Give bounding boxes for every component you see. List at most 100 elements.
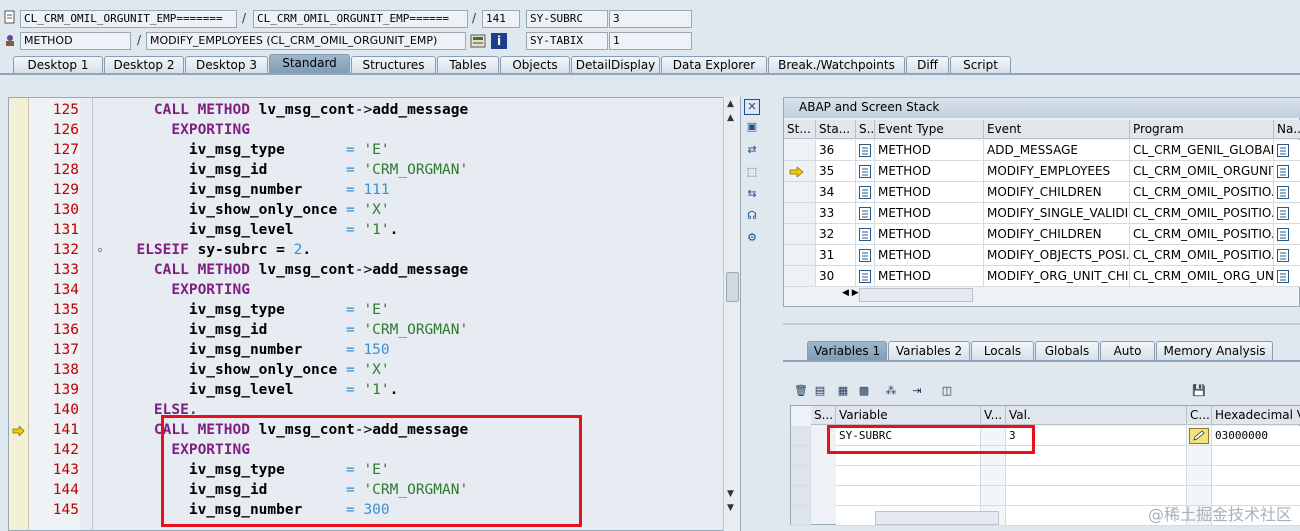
new-tool-icon[interactable]: ▣	[744, 120, 760, 136]
variables-cell[interactable]	[836, 486, 981, 506]
tab-variables-2[interactable]: Variables 2	[888, 341, 970, 361]
tab-auto[interactable]: Auto	[1100, 341, 1155, 361]
tool-settings-icon[interactable]: ⚙	[744, 231, 760, 247]
sysvar-value-1[interactable]: 3	[609, 10, 692, 28]
scroll-up-arrow[interactable]: ▲	[727, 99, 734, 109]
stack-cell[interactable]: METHOD	[875, 161, 984, 182]
stack-cell[interactable]: MODIFY_SINGLE_VALIDI...	[984, 203, 1130, 224]
services-icon[interactable]: ☊	[744, 209, 760, 225]
tab-desktop-2[interactable]: Desktop 2	[104, 56, 184, 74]
stack-cell[interactable]: MODIFY_OBJECTS_POSI...	[984, 245, 1130, 266]
stack-cell[interactable]: 31	[816, 245, 856, 266]
tab-data-explorer[interactable]: Data Explorer	[661, 56, 767, 74]
stack-cell[interactable]: CL_CRM_OMIL_ORG_UNI...	[1130, 266, 1274, 287]
variables-cell[interactable]	[1212, 446, 1300, 466]
variables-cell[interactable]	[791, 486, 811, 506]
stack-cell[interactable]: CL_CRM_GENIL_GLOBAL_...	[1130, 140, 1274, 161]
stack-cell[interactable]	[784, 266, 816, 287]
export-icon[interactable]: ⇥	[910, 384, 924, 398]
info-icon[interactable]: i	[491, 33, 507, 49]
stack-column-header[interactable]: St...	[784, 120, 816, 139]
tab-detail-display[interactable]: DetailDisplay	[571, 56, 660, 74]
tab-memory-analysis[interactable]: Memory Analysis	[1156, 341, 1273, 361]
stack-cell[interactable]: 32	[816, 224, 856, 245]
include-field[interactable]: CL_CRM_OMIL_ORGUNIT_EMP======	[253, 10, 468, 28]
tab-tables[interactable]: Tables	[437, 56, 499, 74]
breakpoint-gutter[interactable]	[9, 98, 29, 530]
event-type-field[interactable]: METHOD	[20, 32, 131, 50]
stack-cell[interactable]: METHOD	[875, 245, 984, 266]
stack-cell[interactable]: CL_CRM_OMIL_POSITIO...	[1130, 224, 1274, 245]
structure-icon[interactable]: ⁂	[884, 384, 898, 398]
tab-break-watchpoints[interactable]: Break./Watchpoints	[768, 56, 905, 74]
stack-column-header[interactable]: Na...	[1274, 120, 1300, 139]
edit-pencil-icon[interactable]	[1189, 428, 1209, 444]
line-number-field[interactable]: 141	[482, 10, 520, 28]
tab-desktop-3[interactable]: Desktop 3	[185, 56, 268, 74]
stack-cell[interactable]: 33	[816, 203, 856, 224]
variables-cell[interactable]	[791, 446, 811, 466]
stack-cell[interactable]: 36	[816, 140, 856, 161]
tab-locals[interactable]: Locals	[971, 341, 1034, 361]
variables-cell[interactable]	[1212, 466, 1300, 486]
tab-script[interactable]: Script	[950, 56, 1011, 74]
variables-cell[interactable]	[981, 486, 1006, 506]
variables-cell[interactable]	[1187, 446, 1212, 466]
editor-vertical-scrollbar[interactable]: ▲ ▲ ▼ ▼	[723, 97, 740, 531]
variables-column-header[interactable]: Variable	[836, 406, 981, 425]
stack-cell[interactable]: MODIFY_CHILDREN	[984, 224, 1130, 245]
stack-cell[interactable]	[784, 140, 816, 161]
sysvar-label-2[interactable]: SY-TABIX	[526, 32, 608, 50]
tab-variables-1[interactable]: Variables 1	[807, 341, 887, 361]
scroll-up-arrow-2[interactable]: ▲	[727, 113, 734, 123]
tab-desktop-1[interactable]: Desktop 1	[13, 56, 103, 74]
variables-cell[interactable]: 03000000	[1212, 426, 1300, 446]
variables-cell[interactable]	[1187, 466, 1212, 486]
stack-cell[interactable]	[784, 182, 816, 203]
stack-cell[interactable]: CL_CRM_OMIL_POSITIO...	[1130, 245, 1274, 266]
class-field[interactable]: CL_CRM_OMIL_ORGUNIT_EMP=======	[20, 10, 237, 28]
navigate-source-icon[interactable]	[470, 33, 486, 49]
stack-column-header[interactable]: Event Type	[875, 120, 984, 139]
tab-structures[interactable]: Structures	[351, 56, 436, 74]
variables-cell[interactable]	[791, 426, 811, 446]
variables-column-header[interactable]: C...	[1187, 406, 1212, 425]
sysvar-value-2[interactable]: 1	[609, 32, 692, 50]
copy-row-icon[interactable]: ▦	[836, 384, 850, 398]
stack-horizontal-scrollbar[interactable]: ◀ ▶	[842, 288, 973, 302]
variables-column-header[interactable]: Val.	[1006, 406, 1187, 425]
change-icon[interactable]: ◫	[940, 384, 954, 398]
variables-column-header[interactable]: V...	[981, 406, 1006, 425]
stack-cell[interactable]: MODIFY_EMPLOYEES	[984, 161, 1130, 182]
variables-cell[interactable]	[981, 466, 1006, 486]
stack-cell[interactable]: MODIFY_ORG_UNIT_CHI...	[984, 266, 1130, 287]
stack-cell[interactable]: 35	[816, 161, 856, 182]
stack-cell[interactable]: MODIFY_CHILDREN	[984, 182, 1130, 203]
stack-cell[interactable]: CL_CRM_OMIL_POSITIO...	[1130, 203, 1274, 224]
stack-cell[interactable]: 30	[816, 266, 856, 287]
stack-cell[interactable]: METHOD	[875, 203, 984, 224]
close-icon[interactable]: ✕	[744, 99, 760, 115]
scroll-thumb[interactable]	[726, 272, 739, 302]
variables-cell[interactable]	[791, 506, 811, 526]
stack-cell[interactable]: METHOD	[875, 224, 984, 245]
stack-column-header[interactable]: Sta...	[816, 120, 856, 139]
stack-cell[interactable]	[784, 245, 816, 266]
variables-cell[interactable]	[836, 466, 981, 486]
fold-marker[interactable]	[98, 248, 102, 252]
method-field[interactable]: MODIFY_EMPLOYEES (CL_CRM_OMIL_ORGUNIT_EM…	[146, 32, 466, 50]
maximize-icon[interactable]: ⬚	[744, 165, 760, 181]
tab-diff[interactable]: Diff	[906, 56, 949, 74]
insert-row-icon[interactable]: ▤	[813, 384, 827, 398]
swap-icon[interactable]: ⇆	[744, 187, 760, 203]
variables-cell[interactable]	[1006, 466, 1187, 486]
delete-row-icon[interactable]: ▩	[857, 384, 871, 398]
stack-cell[interactable]	[784, 203, 816, 224]
tab-globals[interactable]: Globals	[1035, 341, 1099, 361]
tab-objects[interactable]: Objects	[500, 56, 570, 74]
delete-icon[interactable]: 🗑	[794, 384, 808, 398]
variables-cell[interactable]	[791, 466, 811, 486]
stack-cell[interactable]: CL_CRM_OMIL_POSITIO...	[1130, 182, 1274, 203]
stack-cell[interactable]: METHOD	[875, 182, 984, 203]
stack-cell[interactable]: CL_CRM_OMIL_ORGUNIT_...	[1130, 161, 1274, 182]
